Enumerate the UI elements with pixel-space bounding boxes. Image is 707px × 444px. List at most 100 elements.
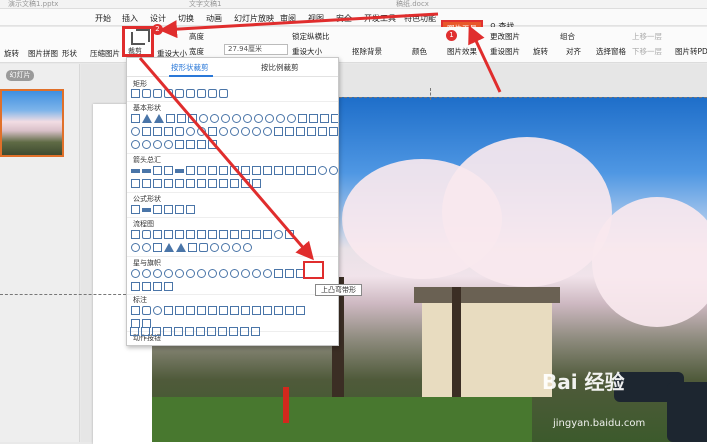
bring-forward-button[interactable]: 上移一层: [632, 31, 662, 42]
equation-shape[interactable]: [142, 208, 151, 212]
action-button-shape[interactable]: [240, 327, 249, 336]
banner-shape[interactable]: [131, 282, 140, 291]
menu-item-transition[interactable]: 切换: [178, 13, 194, 24]
rect-shape[interactable]: [197, 89, 206, 98]
arrow-shape[interactable]: [175, 179, 184, 188]
callout-shape[interactable]: [142, 306, 151, 315]
callout-shape[interactable]: [274, 306, 283, 315]
basic-shape[interactable]: [186, 127, 195, 136]
basic-shape[interactable]: [329, 127, 338, 136]
compress-picture-button[interactable]: 压缩图片: [90, 48, 120, 59]
star-shape[interactable]: [164, 269, 173, 278]
arrow-shape[interactable]: [197, 166, 206, 175]
basic-shape[interactable]: [254, 114, 263, 123]
reset-picture-button[interactable]: 重设图片: [490, 46, 520, 57]
banner-shape[interactable]: [164, 282, 173, 291]
callout-shape[interactable]: [296, 306, 305, 315]
arrow-shape[interactable]: [252, 166, 261, 175]
callout-shape[interactable]: [252, 306, 261, 315]
star-shape[interactable]: [131, 269, 140, 278]
basic-shape[interactable]: [131, 127, 140, 136]
flowchart-shape[interactable]: [131, 243, 140, 252]
arrow-shape[interactable]: [318, 166, 327, 175]
callout-shape[interactable]: [208, 306, 217, 315]
original-size-button[interactable]: 重设大小: [292, 46, 322, 57]
tab-crop-by-shape[interactable]: 按形状裁剪: [171, 62, 209, 73]
flowchart-shape[interactable]: [142, 243, 151, 252]
basic-shape[interactable]: [276, 114, 285, 123]
basic-shape[interactable]: [197, 140, 206, 149]
flowchart-shape[interactable]: [176, 243, 186, 252]
send-backward-button[interactable]: 下移一层: [632, 46, 662, 57]
arrow-shape[interactable]: [285, 166, 294, 175]
callout-shape[interactable]: [175, 306, 184, 315]
action-button-shape[interactable]: [229, 327, 238, 336]
equation-shape[interactable]: [153, 205, 162, 214]
star-shape[interactable]: [230, 269, 239, 278]
basic-shape[interactable]: [131, 140, 140, 149]
equation-shape[interactable]: [175, 205, 184, 214]
callout-shape[interactable]: [219, 306, 228, 315]
rect-shape[interactable]: [175, 89, 184, 98]
menu-item-view[interactable]: 视图: [308, 13, 324, 24]
arrow-shape[interactable]: [241, 166, 250, 175]
callout-shape[interactable]: [285, 306, 294, 315]
banner-shape[interactable]: [285, 269, 294, 278]
basic-shape[interactable]: [221, 114, 230, 123]
basic-shape[interactable]: [154, 114, 164, 123]
flowchart-shape[interactable]: [210, 243, 219, 252]
arrow-shape[interactable]: [307, 166, 316, 175]
action-button-shape[interactable]: [141, 327, 150, 336]
equation-shape[interactable]: [131, 205, 140, 214]
callout-shape[interactable]: [153, 306, 162, 315]
arrow-shape[interactable]: [175, 169, 184, 173]
flowchart-shape[interactable]: [232, 243, 241, 252]
basic-shape[interactable]: [188, 114, 197, 123]
basic-shape[interactable]: [210, 114, 219, 123]
star-shape[interactable]: [263, 269, 272, 278]
lock-ratio-checkbox[interactable]: 锁定纵横比: [292, 31, 330, 42]
arrow-shape[interactable]: [208, 179, 217, 188]
up-ribbon-shape-highlight[interactable]: [303, 261, 324, 279]
action-button-shape[interactable]: [152, 327, 161, 336]
arrow-shape[interactable]: [186, 179, 195, 188]
arrow-shape[interactable]: [296, 166, 305, 175]
menu-item-slideshow[interactable]: 幻灯片放映: [234, 13, 274, 24]
slides-tab[interactable]: 幻灯片: [6, 70, 34, 81]
menu-item-features[interactable]: 特色功能: [404, 13, 436, 24]
star-shape[interactable]: [197, 269, 206, 278]
flowchart-shape[interactable]: [153, 230, 162, 239]
equation-shape[interactable]: [186, 205, 195, 214]
menu-item-review[interactable]: 审阅: [280, 13, 296, 24]
menu-item-security[interactable]: 安全: [336, 13, 352, 24]
group-button[interactable]: 组合: [560, 31, 575, 42]
flowchart-shape[interactable]: [175, 230, 184, 239]
arrow-shape[interactable]: [208, 166, 217, 175]
basic-shape[interactable]: [252, 127, 261, 136]
flowchart-shape[interactable]: [186, 230, 195, 239]
flowchart-shape[interactable]: [274, 230, 283, 239]
basic-shape[interactable]: [298, 114, 307, 123]
action-button-shape[interactable]: [163, 327, 172, 336]
action-button-shape[interactable]: [218, 327, 227, 336]
basic-shape[interactable]: [166, 114, 175, 123]
flowchart-shape[interactable]: [142, 230, 151, 239]
flowchart-shape[interactable]: [285, 230, 294, 239]
flowchart-shape[interactable]: [188, 243, 197, 252]
basic-shape[interactable]: [241, 127, 250, 136]
arrow-shape[interactable]: [241, 179, 250, 188]
arrow-shape[interactable]: [164, 179, 173, 188]
crop-button[interactable]: 裁剪: [122, 26, 154, 57]
flowchart-shape[interactable]: [131, 230, 140, 239]
color-button[interactable]: 颜色: [412, 46, 427, 57]
callout-shape[interactable]: [164, 306, 173, 315]
basic-shape[interactable]: [175, 140, 184, 149]
arrow-shape[interactable]: [230, 166, 239, 175]
flowchart-shape[interactable]: [243, 243, 252, 252]
arrow-shape[interactable]: [131, 179, 140, 188]
basic-shape[interactable]: [153, 127, 162, 136]
arrow-shape[interactable]: [197, 179, 206, 188]
rect-shape[interactable]: [164, 89, 173, 98]
basic-shape[interactable]: [307, 127, 316, 136]
action-button-shape[interactable]: [207, 327, 216, 336]
